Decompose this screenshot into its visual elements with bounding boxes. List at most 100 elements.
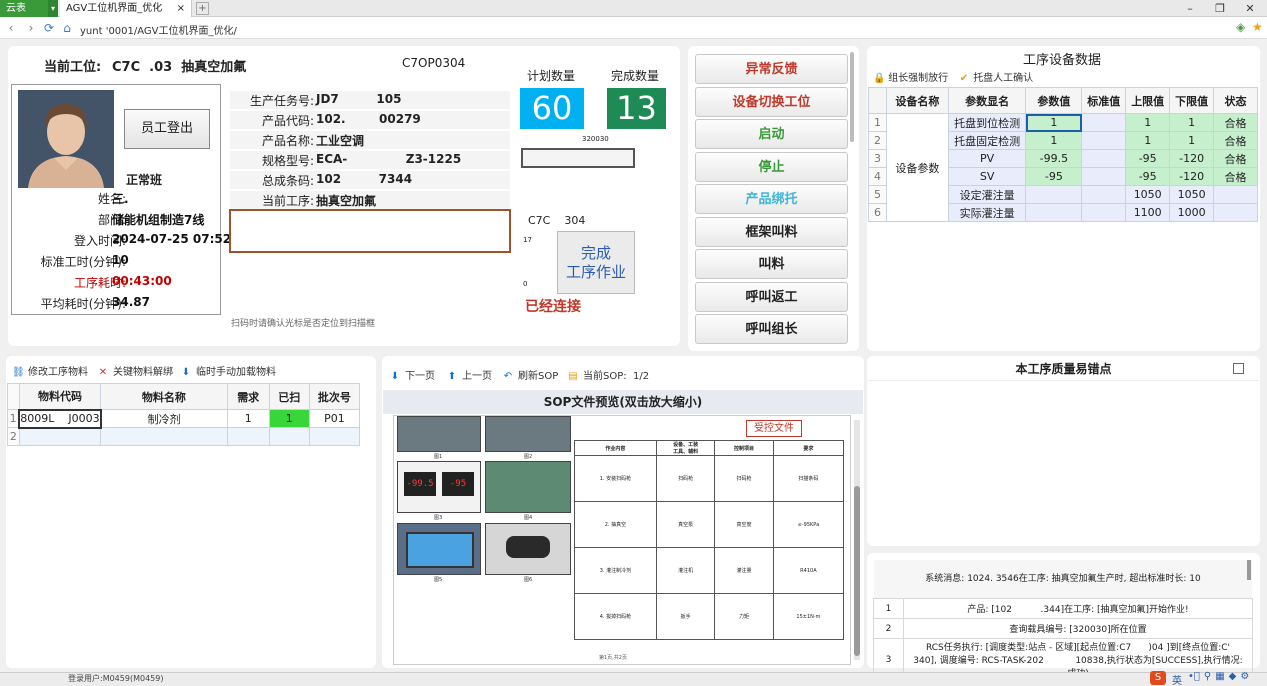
home-icon[interactable]: ⌂ — [60, 20, 74, 36]
sop-tool-2[interactable]: ⬆ 上一页 — [446, 367, 492, 383]
progress-box — [521, 148, 635, 168]
scanner-gun-icon — [506, 536, 550, 558]
tab-close-icon[interactable]: × — [177, 0, 185, 17]
sop-step-item: 力矩 — [714, 593, 774, 640]
connection-status: 已经连接 — [525, 299, 581, 315]
param-status — [1213, 185, 1258, 204]
new-tab-button[interactable]: + — [196, 2, 209, 15]
sop-step-row: 4. 拔掉扫码枪 扳手 力矩 15±1N·m — [574, 593, 845, 640]
action-button-5[interactable]: 产品绑托 — [695, 184, 848, 214]
device-title: 工序设备数据 — [1023, 53, 1102, 68]
material-tool-2[interactable]: ✕ 关键物料解绑 — [97, 363, 173, 379]
param-status — [1213, 203, 1258, 222]
check-icon: ✔ — [959, 73, 969, 84]
param-name: PV — [947, 149, 1027, 168]
complete-operation-button[interactable]: 完成 工序作业 — [557, 231, 635, 294]
touchscreen-icon — [406, 532, 474, 568]
param-standard — [1081, 203, 1127, 222]
brand-dropdown-icon[interactable]: ▾ — [48, 0, 58, 17]
sop-scrollbar-track[interactable] — [854, 420, 860, 660]
material-tool-3[interactable]: ⬇ 临时手动加载物料 — [180, 363, 276, 379]
material-tool-1[interactable]: ⛓ 修改工序物料 — [12, 363, 88, 379]
browser-tab-active[interactable]: AGV工位机界面_优化 × — [60, 0, 192, 17]
action-button-9[interactable]: 呼叫组长 — [695, 314, 848, 344]
messages-table: 1 产品: [102 .344]在工序: [抽真空加氟]开始作业! 2 查询载具编号:… — [873, 598, 1253, 681]
plan-count: 60 — [520, 88, 584, 129]
scan-input[interactable] — [229, 209, 511, 253]
maximize-icon[interactable]: ❐ — [1208, 0, 1232, 17]
param-standard — [1081, 113, 1127, 132]
row-number: 2 — [7, 427, 20, 446]
param-value[interactable]: 1 — [1025, 131, 1083, 150]
action-button-4[interactable]: 停止 — [695, 151, 848, 182]
confirm-button[interactable]: ✔ 托盘人工确认 — [958, 69, 1033, 85]
ime-logo-icon[interactable]: S — [1150, 671, 1166, 685]
param-standard — [1081, 185, 1127, 204]
ime-language[interactable]: 英 — [1172, 672, 1182, 686]
photo-label: 图4 — [524, 515, 533, 521]
param-lower: 1000 — [1169, 203, 1215, 222]
quality-panel — [867, 356, 1260, 546]
sop-col-header: 作业内容 — [574, 440, 657, 456]
action-button-3[interactable]: 启动 — [695, 119, 848, 149]
sop-tool-1[interactable]: ⬇ 下一页 — [389, 367, 435, 383]
ime-tray-icons[interactable]: •ﾞ⚲▦◆⚙ — [1188, 671, 1253, 682]
refresh-icon[interactable]: ⟳ — [42, 20, 56, 36]
window-close-icon[interactable]: ✕ — [1238, 0, 1262, 17]
browser-brand-tab[interactable]: 云表 ▾ — [0, 0, 58, 17]
sop-photo — [397, 523, 481, 575]
employee-field-row: 工序耗时: 00:43:00 — [12, 274, 220, 292]
sop-col-header: 设备、工装 工具、辅料 — [655, 440, 716, 456]
download-icon: ⬇ — [181, 367, 191, 378]
param-value[interactable] — [1025, 185, 1083, 204]
sop-step-tool: 扳手 — [655, 593, 716, 640]
logout-button[interactable]: 员工登出 — [124, 109, 210, 149]
extension-icon[interactable]: ◈ — [1236, 20, 1245, 34]
param-standard — [1081, 149, 1127, 168]
minimize-icon[interactable]: – — [1178, 0, 1202, 17]
photo-label: 图3 — [434, 515, 443, 521]
material-row: 1 8009L J0003 制冷剂 1 1 P01 — [7, 408, 361, 429]
action-button-1[interactable]: 异常反馈 — [695, 54, 848, 84]
url-text[interactable]: yunt '0001/AGV工位机界面_优化/ — [80, 22, 237, 37]
param-status: 合格 — [1213, 149, 1258, 168]
param-upper: -95 — [1125, 167, 1171, 186]
sop-page-footer: 第1页,共2页 — [599, 655, 627, 661]
sop-tool-3[interactable]: ↶ 刷新SOP — [502, 367, 558, 383]
action-button-6[interactable]: 框架叫料 — [695, 216, 848, 247]
back-icon[interactable]: ‹ — [4, 20, 18, 36]
quality-expand-checkbox[interactable] — [1233, 363, 1244, 374]
action-button-7[interactable]: 叫料 — [695, 249, 848, 279]
param-value[interactable] — [1025, 203, 1083, 222]
sop-step-row: 1. 安装扫码枪 扫码枪 扫码枪 扫描条码 — [574, 455, 845, 502]
param-value[interactable]: 1 — [1025, 113, 1083, 132]
sop-tool-label: 当前SOP: 1/2 — [583, 371, 650, 382]
material-code[interactable]: 8009L J0003 — [18, 408, 102, 429]
param-value[interactable]: -95 — [1025, 167, 1083, 186]
forward-icon[interactable]: › — [24, 20, 38, 36]
param-name: SV — [947, 167, 1027, 186]
task-field-label: 当前工序: — [261, 194, 314, 208]
action-scrollbar[interactable] — [850, 52, 854, 142]
action-button-8[interactable]: 呼叫返工 — [695, 281, 848, 312]
favorite-star-icon[interactable]: ★ — [1252, 20, 1263, 34]
sop-scrollbar-thumb[interactable] — [854, 486, 860, 656]
release-button[interactable]: 🔒 组长强制放行 — [873, 69, 948, 85]
prev-page-icon: ⬆ — [447, 371, 457, 382]
device-group-name: 设备参数 — [885, 113, 949, 222]
sop-document[interactable]: -99.5 -95 图1 图2 图3 图4 图5 图6 受控文件 作业内容 设备、工装 工具… — [393, 415, 851, 665]
device-header: 参数值 — [1025, 87, 1083, 114]
param-value[interactable]: -99.5 — [1025, 149, 1083, 168]
row-number: 6 — [868, 203, 887, 222]
photo-label: 图1 — [434, 454, 443, 460]
messages-scrollbar[interactable] — [1247, 560, 1251, 580]
employee-field-row: 标准工时(分钟): 10 — [12, 253, 220, 271]
sop-step-req: 15±1N·m — [772, 593, 845, 640]
task-field-value: 抽真空加氟 — [316, 194, 377, 208]
sop-step-tool: 灌注机 — [655, 547, 716, 594]
material-code[interactable] — [18, 427, 102, 446]
action-button-2[interactable]: 设备切换工位 — [695, 86, 848, 117]
task-field-row: 规格型号: ECA- Z3-1225 — [230, 151, 510, 170]
param-upper: 1 — [1125, 113, 1171, 132]
task-field-value: 102 7344 — [316, 172, 413, 186]
